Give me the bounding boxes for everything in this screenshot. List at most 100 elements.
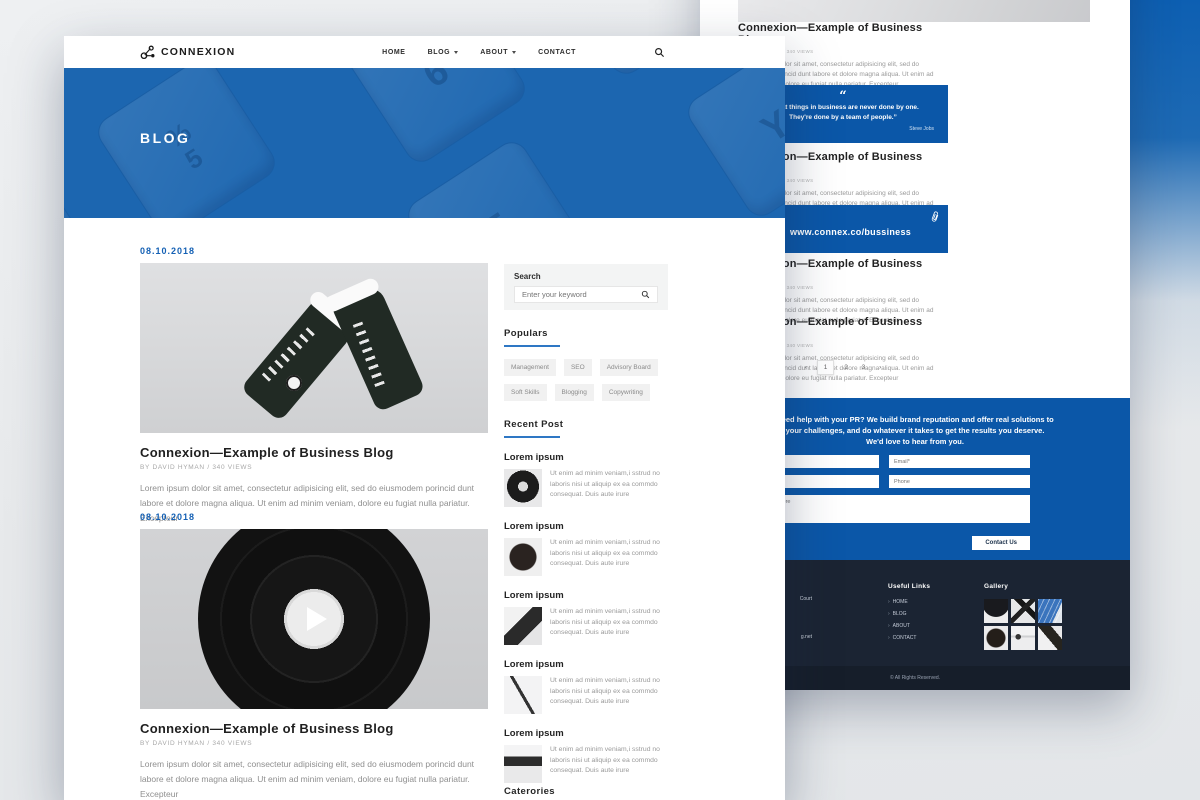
recent-post-item[interactable]: Lorem ipsum Ut enim ad minim veniam,i ss… (504, 728, 668, 783)
recent-item-text: Ut enim ad minim veniam,i sstrud no labo… (550, 538, 668, 576)
post-excerpt: Lorem ipsum dolor sit amet, consectetur … (140, 757, 488, 800)
recent-item-title[interactable]: Lorem ipsum (504, 590, 668, 601)
recent-item-thumb (504, 469, 542, 507)
nav-search-icon[interactable] (654, 47, 665, 58)
recent-item-text: Ut enim ad minim veniam,i sstrud no labo… (550, 676, 668, 714)
tag-chip[interactable]: Blogging (555, 384, 594, 401)
tag-chip[interactable]: Management (504, 359, 556, 376)
recent-item-thumb (504, 745, 542, 783)
chevron-down-icon (454, 51, 458, 54)
post-image[interactable] (140, 529, 488, 709)
recent-item-text: Ut enim ad minim veniam,i sstrud no labo… (550, 607, 668, 645)
mockup-stage: Connexion—Example of Business Blog BY DA… (0, 0, 1200, 800)
arrow-right-icon: › (888, 635, 890, 641)
arrow-right-icon: › (888, 623, 890, 629)
sidebar: Search Populars Management SEO Advisory … (504, 264, 668, 783)
chevron-down-icon (512, 51, 516, 54)
recent-post-item[interactable]: Lorem ipsum Ut enim ad minim veniam,i ss… (504, 590, 668, 645)
gallery-thumb[interactable] (1038, 599, 1062, 623)
pagination-next[interactable]: › (875, 361, 885, 374)
contact-us-button[interactable]: Contact Us (972, 536, 1030, 550)
search-widget: Search (504, 264, 668, 310)
gallery-thumb[interactable] (1011, 599, 1035, 623)
nav-items: HOME BLOG ABOUT CONTACT (382, 49, 576, 56)
blog-post: 08.10.2018 Connexion—Example of Business… (140, 246, 488, 526)
post-meta: BY DAVID HYMAN / 340 VIEWS (140, 464, 488, 471)
recent-post-item[interactable]: Lorem ipsum Ut enim ad minim veniam,i ss… (504, 521, 668, 576)
footer-link[interactable]: ›BLOG (888, 611, 930, 617)
recent-post-heading: Recent Post (504, 419, 668, 430)
gallery-heading: Gallery (984, 583, 1062, 590)
keyboard-key (548, 68, 735, 79)
nav-item-contact[interactable]: CONTACT (538, 49, 576, 56)
brand-logo-icon (140, 45, 156, 60)
pagination-page[interactable]: 1 (817, 360, 835, 375)
hero-banner: % 5 6 R T Y G BLOG (64, 68, 785, 218)
keyboard-key: Y (683, 68, 785, 218)
recent-item-title[interactable]: Lorem ipsum (504, 659, 668, 670)
background-blue-glow (1126, 0, 1200, 430)
post-image[interactable] (140, 263, 488, 433)
post-image[interactable] (738, 0, 1090, 22)
page-title: BLOG (140, 130, 190, 146)
nav-item-blog[interactable]: BLOG (428, 49, 459, 56)
footer-links-column: Useful Links ›HOME ›BLOG ›ABOUT ›CONTACT (888, 583, 930, 647)
post-title[interactable]: Connexion—Example of Business Blog (140, 721, 488, 736)
populars-heading: Populars (504, 328, 668, 339)
gallery-thumb[interactable] (984, 599, 1008, 623)
pagination-page[interactable]: 3 (858, 361, 870, 374)
paperclip-icon (928, 210, 942, 225)
recent-item-title[interactable]: Lorem ipsum (504, 728, 668, 739)
nav-item-about[interactable]: ABOUT (480, 49, 516, 56)
post-date: 08.10.2018 (140, 246, 488, 256)
arrow-right-icon: › (888, 599, 890, 605)
tag-chip[interactable]: Soft Skills (504, 384, 547, 401)
post-meta: BY DAVID HYMAN / 340 VIEWS (140, 740, 488, 747)
top-nav: CONNEXION HOME BLOG ABOUT CONTACT (64, 36, 785, 68)
footer-link[interactable]: ›HOME (888, 599, 930, 605)
gallery-thumb[interactable] (984, 626, 1008, 650)
nav-item-home[interactable]: HOME (382, 49, 405, 56)
recent-item-title[interactable]: Lorem ipsum (504, 521, 668, 532)
search-label: Search (514, 272, 658, 281)
footer-gallery-column: Gallery (984, 583, 1062, 650)
post-title[interactable]: Connexion—Example of Business Blog (140, 445, 488, 460)
recent-post-item[interactable]: Lorem ipsum Ut enim ad minim veniam,i ss… (504, 659, 668, 714)
recent-item-thumb (504, 538, 542, 576)
gallery-thumb[interactable] (1011, 626, 1035, 650)
footer-link[interactable]: ›ABOUT (888, 623, 930, 629)
recent-item-text: Ut enim ad minim veniam,i sstrud no labo… (550, 469, 668, 507)
search-input[interactable] (522, 290, 641, 299)
email-field[interactable] (889, 455, 1030, 468)
sneaker-shape (330, 284, 425, 413)
front-page: CONNEXION HOME BLOG ABOUT CONTACT % 5 6 … (64, 36, 785, 800)
pagination-prev[interactable]: ‹ (801, 361, 811, 374)
recent-item-title[interactable]: Lorem ipsum (504, 452, 668, 463)
search-submit-icon[interactable] (641, 290, 650, 299)
brand-name: CONNEXION (161, 46, 235, 58)
tag-chip[interactable]: SEO (564, 359, 592, 376)
heading-accent (504, 345, 560, 347)
keyboard-key (64, 182, 120, 218)
tag-chip[interactable]: Copywriting (602, 384, 650, 401)
categories-heading: Caterories (504, 786, 555, 797)
footer-link[interactable]: ›CONTACT (888, 635, 930, 641)
useful-links-heading: Useful Links (888, 583, 930, 590)
post-date: 08.10.2018 (140, 512, 488, 522)
brand[interactable]: CONNEXION (140, 45, 235, 60)
recent-item-thumb (504, 607, 542, 645)
tag-list: Management SEO Advisory Board Soft Skill… (504, 359, 668, 401)
recent-item-thumb (504, 676, 542, 714)
arrow-right-icon: › (888, 611, 890, 617)
heading-accent (504, 436, 560, 438)
sneaker-patch-shape (286, 375, 302, 391)
link-url[interactable]: www.connex.co/bussiness (790, 227, 911, 237)
recent-item-text: Ut enim ad minim veniam,i sstrud no labo… (550, 745, 668, 783)
gallery-thumb[interactable] (1038, 626, 1062, 650)
phone-field[interactable] (889, 475, 1030, 488)
blog-post: 08.10.2018 Connexion—Example of Business… (140, 512, 488, 800)
play-icon[interactable] (307, 607, 327, 631)
recent-post-item[interactable]: Lorem ipsum Ut enim ad minim veniam,i ss… (504, 452, 668, 507)
pagination-page[interactable]: 2 (840, 361, 852, 374)
tag-chip[interactable]: Advisory Board (600, 359, 658, 376)
